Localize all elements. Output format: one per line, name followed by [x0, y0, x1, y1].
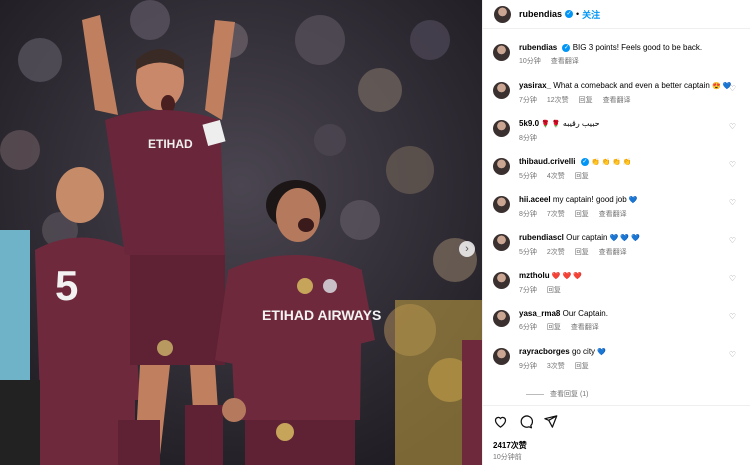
- comment: rayracborges go city 💙 9分钟 3次赞 回复: [493, 346, 744, 373]
- see-translation-link[interactable]: 查看翻译: [599, 249, 627, 256]
- avatar[interactable]: [493, 44, 510, 61]
- comment-likes[interactable]: 3次赞: [547, 363, 565, 370]
- comment-time: 5分钟: [519, 173, 537, 180]
- view-replies-button[interactable]: 查看回复 (1): [526, 389, 589, 399]
- post-dialog: 5 ETIHAD ETIHAD AIRWAYS › rubendias ✓ • …: [0, 0, 750, 465]
- comment-text: my captain! good job: [552, 195, 627, 204]
- comment-emoji: 💙 💙 💙: [609, 235, 640, 242]
- comment-emoji: 🌹 🌹: [541, 121, 561, 128]
- reply-button[interactable]: 回复: [547, 324, 561, 331]
- comment: 5k9.0 🌹 🌹 حبيب رقيبه 8分钟: [493, 118, 744, 145]
- comment-time: 8分钟: [519, 211, 537, 218]
- comment-time: 5分钟: [519, 249, 537, 256]
- follow-button[interactable]: 关注: [582, 8, 600, 21]
- comment-username[interactable]: 5k9.0: [519, 119, 539, 128]
- comment-time: 7分钟: [519, 97, 537, 104]
- comment: rubendiascl Our captain 💙 💙 💙 5分钟 2次赞 回复…: [493, 232, 744, 259]
- caption-username[interactable]: rubendias: [519, 43, 557, 52]
- like-comment-icon[interactable]: ♡: [729, 198, 736, 207]
- svg-text:ETIHAD: ETIHAD: [148, 137, 193, 151]
- like-comment-icon[interactable]: ♡: [729, 84, 736, 93]
- comment-username[interactable]: thibaud.crivelli: [519, 157, 575, 166]
- celebration-photo: 5 ETIHAD ETIHAD AIRWAYS: [0, 0, 482, 465]
- comment-likes[interactable]: 2次赞: [547, 249, 565, 256]
- comment: hii.aceel my captain! good job 💙 8分钟 7次赞…: [493, 194, 744, 221]
- see-translation-link[interactable]: 查看翻译: [599, 211, 627, 218]
- reply-button[interactable]: 回复: [575, 363, 589, 370]
- comment-likes[interactable]: 7次赞: [547, 211, 565, 218]
- reply-button[interactable]: 回复: [575, 173, 589, 180]
- comment-emoji: ❤️ ❤️ ❤️: [551, 273, 582, 280]
- next-photo-button[interactable]: ›: [459, 241, 475, 257]
- comment-username[interactable]: mztholu: [519, 271, 550, 280]
- reply-button[interactable]: 回复: [579, 97, 593, 104]
- comment-emoji: 💙: [597, 349, 607, 356]
- comment-text: Our Captain.: [562, 309, 608, 318]
- see-translation-link[interactable]: 查看翻译: [603, 97, 631, 104]
- caption-text: BIG 3 points! Feels good to be back.: [572, 43, 703, 52]
- comment-text: حبيب رقيبه: [562, 119, 600, 128]
- verified-badge-icon: ✓: [565, 10, 574, 18]
- avatar[interactable]: [494, 5, 511, 23]
- caption: rubendias ✓ BIG 3 points! Feels good to …: [493, 42, 744, 68]
- verified-badge-icon: ✓: [562, 43, 571, 52]
- comment-username[interactable]: yasirax_: [519, 81, 551, 90]
- comment-time: 7分钟: [519, 287, 537, 294]
- like-heart-icon[interactable]: [493, 414, 508, 429]
- comment-username[interactable]: hii.aceel: [519, 195, 551, 204]
- comment-emoji: 👏 👏 👏 👏: [590, 159, 632, 166]
- comment-emoji: 💙: [628, 197, 638, 204]
- like-comment-icon[interactable]: ♡: [729, 122, 736, 131]
- comment-likes[interactable]: 4次赞: [547, 173, 565, 180]
- avatar[interactable]: [493, 310, 510, 327]
- avatar[interactable]: [493, 196, 510, 213]
- comment-username[interactable]: rubendiascl: [519, 233, 564, 242]
- like-comment-icon[interactable]: ♡: [729, 236, 736, 245]
- shirt-number: 5: [55, 262, 78, 309]
- verified-badge-icon: ✓: [580, 157, 589, 166]
- likes-count[interactable]: 2417次赞: [493, 440, 527, 451]
- comment-text: What a comeback and even a better captai…: [553, 81, 710, 90]
- comment: thibaud.crivelli ✓ 👏 👏 👏 👏 5分钟 4次赞 回复: [493, 156, 744, 183]
- comment-time: 9分钟: [519, 363, 537, 370]
- like-comment-icon[interactable]: ♡: [729, 350, 736, 359]
- avatar[interactable]: [493, 272, 510, 289]
- comment-time: 6分钟: [519, 324, 537, 331]
- share-send-icon[interactable]: [543, 414, 558, 429]
- post-header: rubendias ✓ • 关注: [483, 0, 750, 29]
- chevron-right-icon: ›: [465, 242, 469, 255]
- kit-sponsor: ETIHAD AIRWAYS: [262, 307, 381, 323]
- avatar[interactable]: [493, 158, 510, 175]
- comment-bubble-icon[interactable]: [518, 414, 533, 429]
- post-username[interactable]: rubendias: [519, 9, 562, 19]
- see-translation-link[interactable]: 查看翻译: [551, 58, 579, 65]
- reply-button[interactable]: 回复: [575, 249, 589, 256]
- like-comment-icon[interactable]: ♡: [729, 160, 736, 169]
- comment-username[interactable]: rayracborges: [519, 347, 570, 356]
- comment-username[interactable]: yasa_rma8: [519, 309, 560, 318]
- avatar[interactable]: [493, 348, 510, 365]
- comment: yasa_rma8 Our Captain. 6分钟 回复 查看翻译: [493, 308, 744, 334]
- reply-button[interactable]: 回复: [575, 211, 589, 218]
- avatar[interactable]: [493, 120, 510, 137]
- reply-button[interactable]: 回复: [547, 287, 561, 294]
- post-photo[interactable]: 5 ETIHAD ETIHAD AIRWAYS ›: [0, 0, 482, 465]
- avatar[interactable]: [493, 82, 510, 99]
- comment-text: Our captain: [566, 233, 608, 242]
- comment-likes[interactable]: 12次赞: [547, 97, 569, 104]
- comment-time: 8分钟: [519, 135, 537, 142]
- comment: mztholu ❤️ ❤️ ❤️ 7分钟 回复: [493, 270, 744, 297]
- comments-panel: rubendias ✓ • 关注 rubendias ✓ BIG 3 point…: [482, 0, 750, 465]
- caption-time: 10分钟: [519, 58, 541, 65]
- like-comment-icon[interactable]: ♡: [729, 274, 736, 283]
- post-actions: 2417次赞 10分钟前: [483, 405, 750, 461]
- post-time: 10分钟前: [493, 454, 522, 461]
- comment-text: go city: [571, 347, 596, 356]
- avatar[interactable]: [493, 234, 510, 251]
- comment: yasirax_ What a comeback and even a bett…: [493, 80, 744, 107]
- like-comment-icon[interactable]: ♡: [729, 312, 736, 321]
- separator-dot: •: [576, 9, 580, 19]
- see-translation-link[interactable]: 查看翻译: [571, 324, 599, 331]
